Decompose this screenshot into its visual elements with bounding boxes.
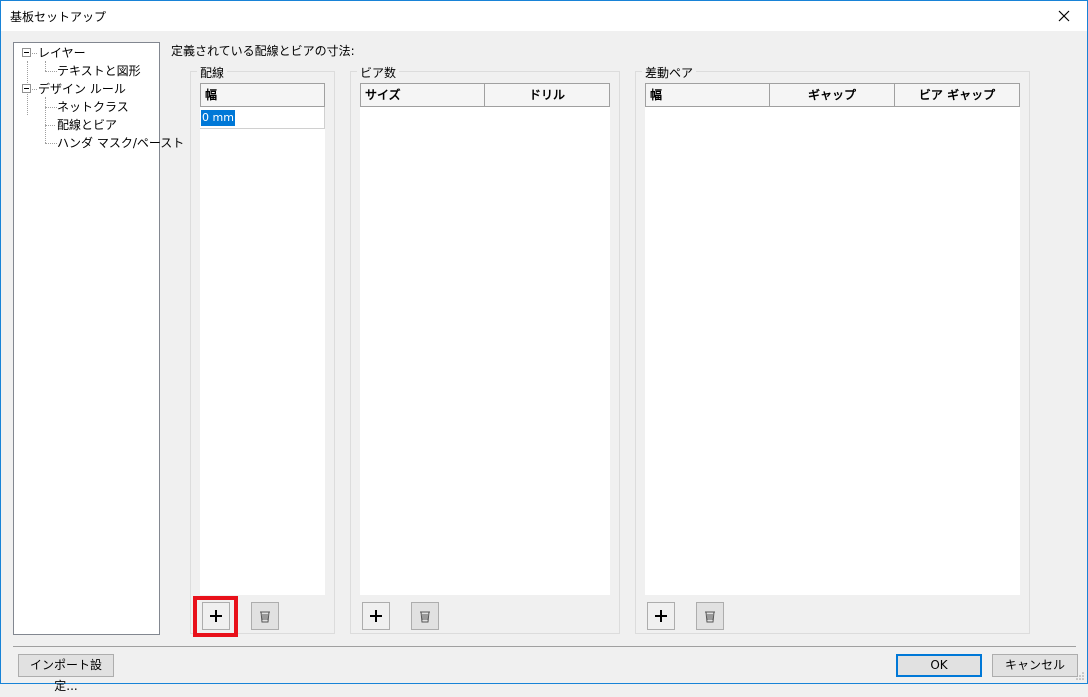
tree-item-label: 配線とビア	[56, 118, 119, 132]
defined-dimensions-label: 定義されている配線とビアの寸法:	[171, 44, 355, 58]
vias-grid[interactable]: サイズ ドリル	[360, 83, 610, 595]
table-row[interactable]: 0 mm	[200, 107, 325, 129]
tree-item-label: ハンダ マスク/ペースト	[57, 136, 185, 150]
tree-item-label: テキストと図形	[57, 64, 141, 78]
column-header-drill[interactable]: ドリル	[485, 83, 610, 107]
add-diff-pair-button[interactable]	[647, 602, 675, 630]
column-header-gap[interactable]: ギャップ	[770, 83, 895, 107]
delete-via-button[interactable]	[411, 602, 439, 630]
import-settings-button[interactable]: インポート設定...	[18, 654, 114, 693]
collapse-icon[interactable]	[22, 84, 31, 93]
tracks-group: 配線 幅 0 mm	[190, 64, 335, 634]
delete-diff-pair-button[interactable]	[696, 602, 724, 630]
tree-item-label: レイヤー	[38, 46, 86, 60]
tree-item-tracks-vias[interactable]: 配線とビア	[56, 116, 119, 134]
tree-item-solder-mask-paste[interactable]: ハンダ マスク/ペースト	[56, 134, 185, 152]
column-header-size[interactable]: サイズ	[360, 83, 485, 107]
title-bar: 基板セットアップ	[1, 1, 1087, 31]
trash-icon	[705, 611, 715, 623]
tree-line	[45, 97, 46, 143]
trash-icon	[260, 611, 270, 623]
collapse-icon[interactable]	[22, 48, 31, 57]
plus-icon	[370, 610, 382, 622]
delete-track-button[interactable]	[251, 602, 279, 630]
tracks-grid-header: 幅	[200, 83, 325, 107]
tree-item-label: ネットクラス	[57, 100, 129, 114]
track-width-cell[interactable]: 0 mm	[201, 110, 235, 126]
tree-item-layers[interactable]: レイヤー	[37, 44, 87, 62]
tree-line	[45, 61, 46, 71]
diff-pairs-legend: 差動ペア	[642, 64, 697, 81]
cancel-button[interactable]: キャンセル	[992, 654, 1078, 677]
diff-pairs-grid-header: 幅 ギャップ ビア ギャップ	[645, 83, 1020, 107]
settings-tree: レイヤー テキストと図形 デザイン ルール ネットクラス 配線とビア ハンダ マ…	[13, 42, 184, 635]
ok-button[interactable]: OK	[896, 654, 982, 677]
close-icon[interactable]	[1041, 1, 1087, 31]
footer-divider	[13, 646, 1076, 647]
window-title: 基板セットアップ	[10, 10, 107, 24]
column-header-via-gap[interactable]: ビア ギャップ	[895, 83, 1020, 107]
highlight-frame	[193, 596, 238, 637]
vias-grid-header: サイズ ドリル	[360, 83, 610, 107]
tree-item-net-classes[interactable]: ネットクラス	[56, 98, 130, 116]
vias-group: ビア数 サイズ ドリル	[350, 64, 620, 634]
trash-icon	[420, 611, 430, 623]
tree-item-design-rules[interactable]: デザイン ルール	[37, 80, 127, 98]
resize-grip-icon[interactable]	[1075, 671, 1085, 681]
diff-pairs-grid[interactable]: 幅 ギャップ ビア ギャップ	[645, 83, 1020, 595]
tracks-grid[interactable]: 幅 0 mm	[200, 83, 325, 595]
plus-icon	[655, 610, 667, 622]
column-header-width[interactable]: 幅	[645, 83, 770, 107]
board-setup-dialog: 基板セットアップ レイヤー テキストと図形 デザイン ルール ネットクラス 配線…	[0, 0, 1088, 693]
column-header-width[interactable]: 幅	[200, 83, 325, 107]
vias-legend: ビア数	[357, 64, 400, 81]
tree-item-label: デザイン ルール	[38, 82, 126, 96]
tree-item-text-graphics[interactable]: テキストと図形	[56, 62, 142, 80]
add-via-button[interactable]	[362, 602, 390, 630]
tracks-legend: 配線	[197, 64, 228, 81]
diff-pairs-group: 差動ペア 幅 ギャップ ビア ギャップ	[635, 64, 1030, 634]
